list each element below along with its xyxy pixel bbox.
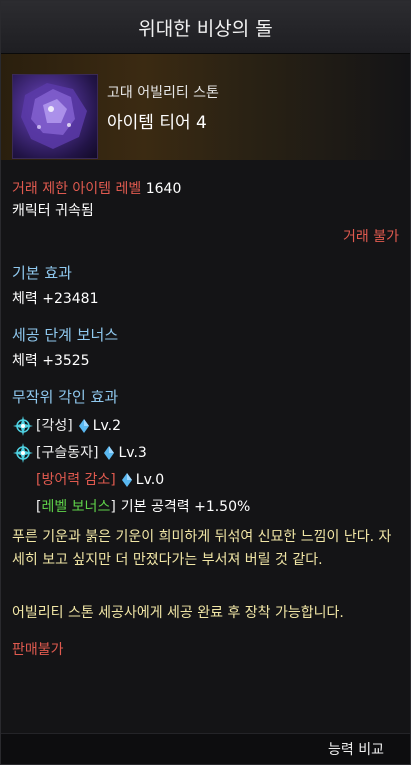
engrave-row: [각성] Lv.2 bbox=[12, 412, 399, 439]
compass-icon bbox=[13, 415, 33, 436]
tooltip-body: 거래 제한 아이템 레벨 1640 캐릭터 귀속됨 거래 불가 기본 효과 체력… bbox=[1, 160, 410, 661]
basic-effect-value: 체력 +23481 bbox=[12, 291, 99, 307]
engrave-name: [방어력 감소] bbox=[36, 471, 116, 488]
level-bonus-label: [레벨 보너스] bbox=[36, 498, 116, 515]
compare-button[interactable]: 능력 비교 bbox=[328, 739, 384, 759]
blue-gem-icon bbox=[104, 445, 115, 460]
engrave-row: [방어력 감소] Lv.0 bbox=[12, 466, 399, 493]
sale-status: 판매불가 bbox=[12, 642, 64, 658]
ability-stone-image bbox=[12, 74, 98, 159]
item-title: 위대한 비상의 돌 bbox=[1, 1, 410, 54]
random-engrave-heading: 무작위 각인 효과 bbox=[12, 388, 119, 406]
usage-text: 어빌리티 스톤 세공사에게 세공 완료 후 장착 가능합니다. bbox=[12, 605, 344, 621]
compass-icon bbox=[13, 442, 33, 463]
footer-bar: 능력 비교 bbox=[1, 733, 410, 764]
trade-level-value: 1640 bbox=[145, 181, 182, 197]
stone-crystal-icon bbox=[21, 83, 87, 149]
engrave-row: [구슬동자] Lv.3 bbox=[12, 439, 399, 466]
engrave-name: [각성] bbox=[36, 417, 73, 434]
engrave-level: Lv.3 bbox=[118, 444, 147, 461]
bonus-value: 체력 +3525 bbox=[12, 353, 90, 369]
engrave-name: [구슬동자] bbox=[36, 444, 99, 461]
item-category: 고대 어빌리티 스톤 bbox=[107, 85, 219, 101]
level-bonus-value: 기본 공격력 +1.50% bbox=[120, 498, 251, 515]
engrave-level: Lv.2 bbox=[92, 417, 122, 434]
trade-status: 거래 불가 bbox=[343, 229, 399, 245]
item-header: 고대 어빌리티 스톤 아이템 티어 4 bbox=[1, 54, 410, 160]
trade-level-line: 거래 제한 아이템 레벨 1640 bbox=[12, 178, 399, 200]
blue-gem-icon bbox=[78, 418, 89, 433]
level-bonus-row: [레벨 보너스] 기본 공격력 +1.50% bbox=[12, 493, 399, 520]
trade-level-label: 거래 제한 아이템 레벨 bbox=[12, 181, 142, 197]
flavor-text: 푸른 기운과 붉은 기운이 희미하게 뒤섞여 신묘한 느낌이 난다. 자세히 보… bbox=[12, 529, 392, 568]
engrave-level: Lv.0 bbox=[135, 471, 165, 488]
blue-gem-icon bbox=[121, 472, 132, 487]
bonus-heading: 세공 단계 보너스 bbox=[12, 326, 119, 344]
item-tier: 아이템 티어 4 bbox=[107, 113, 207, 133]
basic-effect-heading: 기본 효과 bbox=[12, 264, 72, 282]
bind-status: 캐릭터 귀속됨 bbox=[12, 203, 94, 219]
item-tooltip: 위대한 비상의 돌 고대 어빌리티 스톤 아이템 티어 4 거래 제한 아이템 … bbox=[0, 0, 411, 765]
